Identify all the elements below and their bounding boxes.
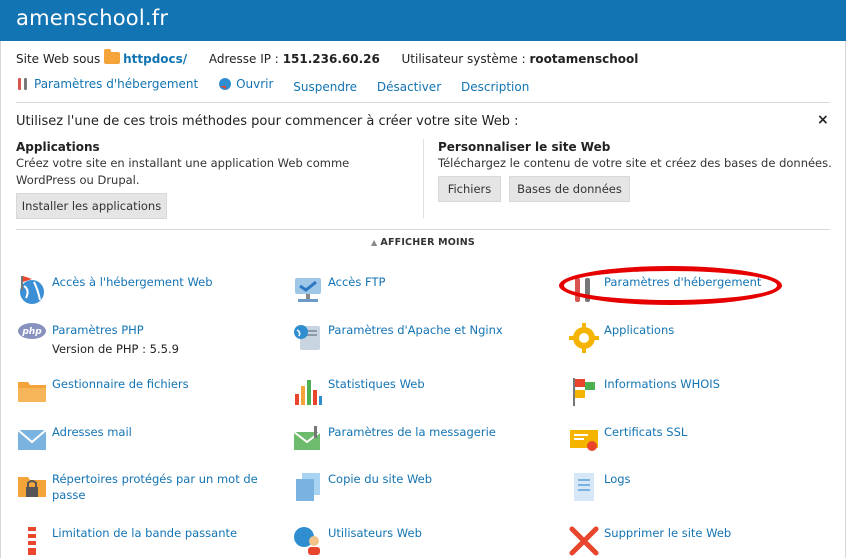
whois-flags-icon <box>573 378 595 406</box>
hosting-settings-icon <box>575 278 590 302</box>
install-applications-button[interactable]: Installer les applications <box>16 193 167 219</box>
action-suspend[interactable]: Suspendre <box>293 80 357 94</box>
tile-php-settings[interactable]: php Paramètres PHP Version de PHP : 5.5.… <box>16 322 286 366</box>
ip-label: Adresse IP : <box>208 52 279 66</box>
tile-hosting-settings[interactable]: Paramètres d'hébergement <box>568 274 838 318</box>
tile-web-hosting-access[interactable]: Accès à l'hébergement Web <box>16 274 286 318</box>
site-label: Site Web sous <box>16 52 101 66</box>
log-file-icon <box>574 473 594 501</box>
applications-heading: Applications <box>16 140 100 154</box>
certificate-icon <box>570 430 598 451</box>
tile-applications[interactable]: Applications <box>568 322 838 366</box>
methods-title: Utilisez l'une de ces trois méthodes pou… <box>16 114 519 129</box>
tile-whois-info[interactable]: Informations WHOIS <box>568 376 838 420</box>
databases-button[interactable]: Bases de données <box>509 176 630 202</box>
tile-web-statistics[interactable]: Statistiques Web <box>292 376 562 420</box>
apache-nginx-icon <box>294 325 320 350</box>
user-value: rootamenschool <box>529 52 639 66</box>
web-users-icon <box>294 527 320 555</box>
tile-file-manager[interactable]: Gestionnaire de fichiers <box>16 376 286 420</box>
delete-x-icon <box>569 526 599 556</box>
bar-chart-icon <box>295 380 322 405</box>
site-actions: Paramètres d'hébergement Ouvrir Suspendr… <box>16 77 545 94</box>
tile-ftp-access[interactable]: Accès FTP <box>292 274 562 318</box>
action-disable[interactable]: Désactiver <box>377 80 441 94</box>
action-open[interactable]: Ouvrir <box>218 77 273 91</box>
close-icon[interactable]: × <box>817 112 829 128</box>
gear-icon <box>569 323 599 353</box>
tile-ssl-certificates[interactable]: Certificats SSL <box>568 424 838 468</box>
tile-protected-directories[interactable]: Répertoires protégés par un mot de passe <box>16 471 286 515</box>
folder-icon <box>18 382 46 402</box>
tools-icon <box>18 78 27 90</box>
ftp-icon <box>295 278 321 302</box>
tile-apache-nginx-settings[interactable]: Paramètres d'Apache et Nginx <box>292 322 562 366</box>
mail-settings-icon <box>293 426 321 450</box>
php-version: Version de PHP : 5.5.9 <box>52 342 179 356</box>
divider <box>16 229 830 230</box>
copy-icon <box>296 473 320 501</box>
site-folder-link[interactable]: httpdocs/ <box>123 52 187 66</box>
svg-text:php: php <box>21 327 42 337</box>
custom-site-text: Téléchargez le contenu de votre site et … <box>438 156 832 170</box>
tile-mail-addresses[interactable]: Adresses mail <box>16 424 286 468</box>
tile-website-copy[interactable]: Copie du site Web <box>292 471 562 515</box>
globe-flag-icon <box>20 276 44 304</box>
php-icon: php <box>18 323 46 339</box>
show-less-toggle[interactable]: ▲ AFFICHER MOINS <box>0 237 846 248</box>
site-info-row: Site Web sous httpdocs/ Adresse IP : 151… <box>16 49 639 66</box>
tile-logs[interactable]: Logs <box>568 471 838 515</box>
tile-mail-settings[interactable]: Paramètres de la messagerie <box>292 424 562 468</box>
globe-open-icon <box>219 78 232 90</box>
applications-text: Créez votre site en installant une appli… <box>16 156 350 187</box>
envelope-icon <box>17 429 47 450</box>
app-header: amenschool.fr <box>0 0 846 41</box>
folder-icon <box>104 49 121 64</box>
user-label: Utilisateur système : <box>401 52 526 66</box>
tile-bandwidth-limit[interactable]: Limitation de la bande passante <box>16 525 286 558</box>
custom-site-heading: Personnaliser le site Web <box>438 140 611 154</box>
tile-web-users[interactable]: Utilisateurs Web <box>292 525 562 558</box>
action-hosting-settings[interactable]: Paramètres d'hébergement <box>16 77 198 91</box>
bandwidth-icon <box>28 527 36 555</box>
chevron-up-icon: ▲ <box>371 238 378 247</box>
column-divider <box>423 139 424 218</box>
action-description[interactable]: Description <box>461 80 529 94</box>
ip-value: 151.236.60.26 <box>282 52 380 66</box>
tile-delete-website[interactable]: Supprimer le site Web <box>568 525 838 558</box>
domain-title[interactable]: amenschool.fr <box>16 6 168 30</box>
divider <box>16 102 830 103</box>
files-button[interactable]: Fichiers <box>438 176 501 202</box>
locked-folder-icon <box>18 477 46 497</box>
